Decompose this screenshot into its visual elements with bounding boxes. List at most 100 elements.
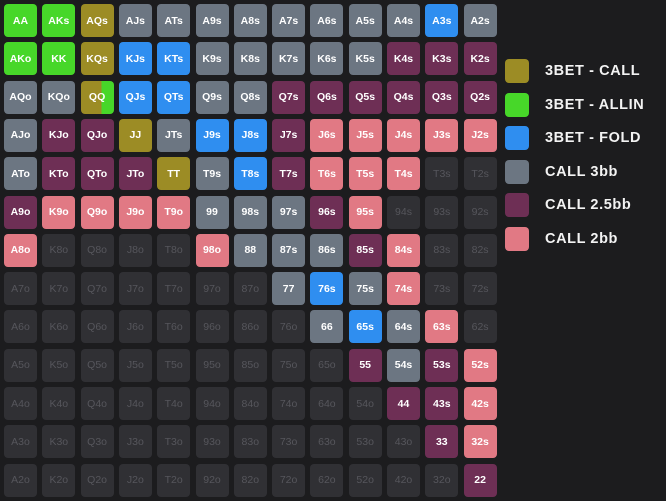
hand-cell[interactable]: 65s <box>348 310 382 344</box>
hand-cell[interactable]: Q5s <box>348 80 382 114</box>
hand-cell[interactable]: 42o <box>387 463 420 497</box>
hand-cell[interactable]: 54s <box>387 348 420 382</box>
hand-cell[interactable]: K3o <box>42 425 76 459</box>
hand-cell[interactable]: KJo <box>42 118 76 152</box>
hand-cell[interactable]: A6s <box>310 4 344 37</box>
hand-cell[interactable]: 63o <box>310 425 344 459</box>
hand-cell[interactable]: 53s <box>425 348 459 382</box>
hand-cell[interactable]: T8o <box>157 233 191 267</box>
hand-cell[interactable]: 22 <box>463 463 497 497</box>
hand-cell[interactable]: J5o <box>118 348 152 382</box>
hand-cell[interactable]: Q7s <box>272 80 306 114</box>
hand-cell[interactable]: 87o <box>233 272 267 306</box>
hand-cell[interactable]: J2s <box>463 118 497 152</box>
hand-cell[interactable]: J8o <box>118 233 152 267</box>
hand-cell[interactable]: QTs <box>157 80 191 114</box>
hand-cell[interactable]: A4o <box>4 387 37 420</box>
hand-cell[interactable]: 95s <box>348 195 382 229</box>
hand-cell[interactable]: Q5o <box>80 348 114 382</box>
hand-cell[interactable]: 76s <box>310 272 344 306</box>
hand-cell[interactable]: A6o <box>4 310 37 344</box>
hand-cell[interactable]: 92o <box>195 463 229 497</box>
hand-cell[interactable]: T4o <box>157 387 191 420</box>
hand-cell[interactable]: A2o <box>4 463 37 497</box>
hand-cell[interactable]: J6s <box>310 118 344 152</box>
hand-cell[interactable]: AJo <box>4 118 37 152</box>
hand-cell[interactable]: A8s <box>233 4 267 37</box>
hand-cell[interactable]: J7s <box>272 118 306 152</box>
hand-cell[interactable]: 42s <box>463 387 497 420</box>
hand-cell[interactable]: T3o <box>157 425 191 459</box>
hand-cell[interactable]: J3o <box>118 425 152 459</box>
hand-cell[interactable]: T5s <box>348 157 382 191</box>
hand-cell[interactable]: K6o <box>42 310 76 344</box>
hand-cell[interactable]: K5s <box>348 42 382 76</box>
hand-cell[interactable]: KTs <box>157 42 191 76</box>
hand-cell[interactable]: K3s <box>425 42 459 76</box>
hand-cell[interactable]: TT <box>157 157 191 191</box>
hand-cell[interactable]: 52o <box>348 463 382 497</box>
hand-cell[interactable]: A8o <box>4 233 37 267</box>
hand-cell[interactable]: KQs <box>80 42 114 76</box>
hand-cell[interactable]: Q4o <box>80 387 114 420</box>
hand-cell[interactable]: AKo <box>4 42 37 76</box>
hand-cell[interactable]: 54o <box>348 387 382 420</box>
hand-cell[interactable]: AKs <box>42 4 76 37</box>
hand-cell[interactable]: Q3s <box>425 80 459 114</box>
hand-cell[interactable]: T7o <box>157 272 191 306</box>
hand-cell[interactable]: 98s <box>233 195 267 229</box>
hand-cell[interactable]: 94s <box>387 195 420 229</box>
hand-cell[interactable]: T5o <box>157 348 191 382</box>
hand-cell[interactable]: Q6s <box>310 80 344 114</box>
hand-cell[interactable]: 65o <box>310 348 344 382</box>
hand-cell[interactable]: T9o <box>157 195 191 229</box>
hand-cell[interactable]: Q9s <box>195 80 229 114</box>
hand-cell[interactable]: 64s <box>387 310 420 344</box>
hand-cell[interactable]: ATo <box>4 157 37 191</box>
hand-cell[interactable]: T6o <box>157 310 191 344</box>
hand-cell[interactable]: 85o <box>233 348 267 382</box>
hand-cell[interactable]: Q8o <box>80 233 114 267</box>
hand-cell[interactable]: AA <box>4 4 37 37</box>
hand-cell[interactable]: 96s <box>310 195 344 229</box>
hand-cell[interactable]: QJs <box>118 80 152 114</box>
hand-cell[interactable]: 87s <box>272 233 306 267</box>
hand-cell[interactable]: AQo <box>4 80 37 114</box>
hand-cell[interactable]: J4s <box>387 118 420 152</box>
hand-cell[interactable]: K5o <box>42 348 76 382</box>
hand-cell[interactable]: A2s <box>463 4 497 37</box>
hand-cell[interactable]: T2o <box>157 463 191 497</box>
hand-cell[interactable]: 43o <box>387 425 420 459</box>
hand-cell[interactable]: 76o <box>272 310 306 344</box>
hand-cell[interactable]: Q6o <box>80 310 114 344</box>
hand-cell[interactable]: A7o <box>4 272 37 306</box>
hand-cell[interactable]: KK <box>42 42 76 76</box>
hand-cell[interactable]: AQs <box>80 4 114 37</box>
hand-cell[interactable]: J9s <box>195 118 229 152</box>
hand-cell[interactable]: 55 <box>348 348 382 382</box>
hand-cell[interactable]: 95o <box>195 348 229 382</box>
hand-cell[interactable]: Q2o <box>80 463 114 497</box>
hand-cell[interactable]: K4s <box>387 42 420 76</box>
hand-cell[interactable]: K9s <box>195 42 229 76</box>
hand-cell[interactable]: 88 <box>233 233 267 267</box>
hand-cell[interactable]: J5s <box>348 118 382 152</box>
hand-cell[interactable]: 74o <box>272 387 306 420</box>
hand-cell[interactable]: A5s <box>348 4 382 37</box>
hand-cell[interactable]: A7s <box>272 4 306 37</box>
hand-cell[interactable]: A9o <box>4 195 37 229</box>
hand-cell[interactable]: 99 <box>195 195 229 229</box>
hand-cell[interactable]: 93o <box>195 425 229 459</box>
hand-cell[interactable]: 72o <box>272 463 306 497</box>
hand-cell[interactable]: 64o <box>310 387 344 420</box>
hand-cell[interactable]: K8s <box>233 42 267 76</box>
hand-cell[interactable]: A3o <box>4 425 37 459</box>
hand-cell[interactable]: T3s <box>425 157 459 191</box>
hand-cell[interactable]: 97s <box>272 195 306 229</box>
hand-cell[interactable]: T2s <box>463 157 497 191</box>
hand-cell[interactable]: 75s <box>348 272 382 306</box>
hand-cell[interactable]: J6o <box>118 310 152 344</box>
hand-cell[interactable]: 86o <box>233 310 267 344</box>
hand-cell[interactable]: 92s <box>463 195 497 229</box>
hand-cell[interactable]: 84s <box>387 233 420 267</box>
